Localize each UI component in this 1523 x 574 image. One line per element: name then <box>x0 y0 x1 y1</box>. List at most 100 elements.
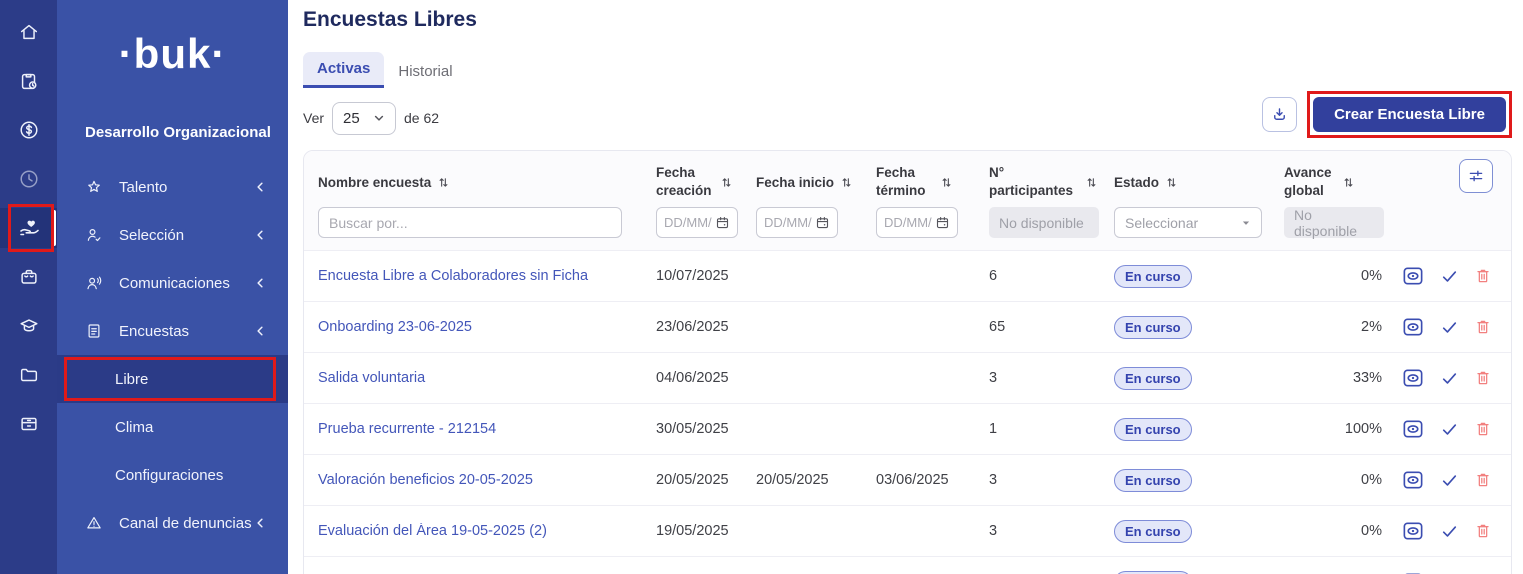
column-header-participantes[interactable]: N° participantes <box>977 161 1102 203</box>
delete-button[interactable] <box>1475 471 1491 489</box>
fecha-creacion-cell: 20/05/2025 <box>644 472 744 488</box>
person-announce-icon <box>85 274 105 292</box>
sidebar-item-label: Canal de denuncias <box>119 515 252 532</box>
sidebar-item-encuestas[interactable]: Encuestas <box>57 307 288 355</box>
delete-button[interactable] <box>1475 420 1491 438</box>
view-results-button[interactable] <box>1402 368 1424 388</box>
sort-icon[interactable] <box>941 176 952 189</box>
status-badge: En curso <box>1114 418 1192 441</box>
briefcase-icon[interactable] <box>0 257 57 297</box>
delete-button[interactable] <box>1475 522 1491 540</box>
create-encuesta-button[interactable]: Crear Encuesta Libre <box>1313 97 1506 132</box>
check-icon[interactable] <box>1441 473 1458 488</box>
sidebar-item-libre[interactable]: Libre <box>57 355 288 403</box>
chevron-left-icon <box>254 228 266 242</box>
download-button[interactable] <box>1262 97 1297 132</box>
survey-link[interactable]: Valoración beneficios 20-05-2025 <box>318 472 533 488</box>
sort-icon[interactable] <box>721 176 732 189</box>
view-results-button[interactable] <box>1402 419 1424 439</box>
table-row: Onboarding 23-06-2025 23/06/2025 65 En c… <box>304 301 1511 352</box>
filter-fecha-creacion: DD/MM/ <box>644 207 744 238</box>
main-content: Encuestas Libres Activas Historial Ver 2… <box>288 0 1523 574</box>
view-results-button[interactable] <box>1402 317 1424 337</box>
estado-select[interactable]: Seleccionar <box>1114 207 1262 238</box>
tab-activas[interactable]: Activas <box>303 52 384 88</box>
row-actions <box>1392 470 1511 490</box>
delete-button[interactable] <box>1475 318 1491 336</box>
clock-icon[interactable] <box>0 159 57 199</box>
search-input[interactable] <box>318 207 622 238</box>
hand-heart-icon[interactable] <box>0 208 57 248</box>
sidebar-item-label: Clima <box>115 419 153 436</box>
column-header-fecha-termino[interactable]: Fecha término <box>864 161 977 203</box>
participantes-cell: 6 <box>977 268 1102 284</box>
fecha-inicio-cell: 20/05/2025 <box>744 472 864 488</box>
column-header-avance[interactable]: Avance global <box>1272 161 1392 203</box>
check-icon[interactable] <box>1441 371 1458 386</box>
archive-icon[interactable] <box>0 404 57 444</box>
chevron-left-icon <box>254 180 266 194</box>
fecha-creacion-cell: 19/05/2025 <box>644 523 744 539</box>
sidebar-item-seleccion[interactable]: Selección <box>57 211 288 259</box>
column-header-fecha-creacion[interactable]: Fecha creación <box>644 161 744 203</box>
clipboard-clock-icon[interactable] <box>0 61 57 101</box>
sidebar-item-configuraciones[interactable]: Configuraciones <box>57 451 288 499</box>
table-row: Valoración beneficios 20-05-2025 20/05/2… <box>304 454 1511 505</box>
folder-icon[interactable] <box>0 355 57 395</box>
column-settings-button[interactable] <box>1459 159 1493 193</box>
sort-icon[interactable] <box>1343 176 1354 189</box>
buk-logo: ·buk· <box>57 26 288 82</box>
column-header-estado[interactable]: Estado <box>1102 161 1272 203</box>
date-input-termino[interactable]: DD/MM/ <box>876 207 958 238</box>
view-results-button[interactable] <box>1402 521 1424 541</box>
filter-nombre <box>304 207 644 238</box>
view-results-button[interactable] <box>1402 266 1424 286</box>
check-icon[interactable] <box>1441 269 1458 284</box>
table-row: Evaluación del Área 19-05-2025 (2) 19/05… <box>304 505 1511 556</box>
avance-cell: 2% <box>1272 319 1392 335</box>
view-results-button[interactable] <box>1402 470 1424 490</box>
estado-cell: En curso <box>1102 418 1272 441</box>
tab-historial[interactable]: Historial <box>384 55 466 88</box>
sort-icon[interactable] <box>1086 176 1097 189</box>
estado-cell: En curso <box>1102 469 1272 492</box>
money-icon[interactable] <box>0 110 57 150</box>
check-icon[interactable] <box>1441 524 1458 539</box>
participantes-cell: 3 <box>977 370 1102 386</box>
column-header-fecha-inicio[interactable]: Fecha inicio <box>744 161 864 203</box>
sort-icon[interactable] <box>438 176 449 189</box>
graduation-cap-icon[interactable] <box>0 306 57 346</box>
check-icon[interactable] <box>1441 422 1458 437</box>
document-icon <box>85 322 105 340</box>
date-input-creacion[interactable]: DD/MM/ <box>656 207 738 238</box>
survey-link[interactable]: Evaluación del Área 19-05-2025 (2) <box>318 523 547 539</box>
date-placeholder: DD/MM/ <box>764 215 812 230</box>
date-placeholder: DD/MM/ <box>664 215 712 230</box>
sidebar-item-label: Libre <box>115 371 148 388</box>
filter-fecha-termino: DD/MM/ <box>864 207 977 238</box>
status-badge: En curso <box>1114 265 1192 288</box>
check-icon[interactable] <box>1441 320 1458 335</box>
column-label: Fecha término <box>876 164 934 200</box>
sidebar-item-canal-denuncias[interactable]: Canal de denuncias <box>57 499 288 547</box>
column-header-nombre[interactable]: Nombre encuesta <box>304 161 644 203</box>
date-input-inicio[interactable]: DD/MM/ <box>756 207 838 238</box>
table-body: Encuesta Libre a Colaboradores sin Ficha… <box>304 250 1511 574</box>
home-icon[interactable] <box>0 12 57 52</box>
fecha-creacion-cell: 23/06/2025 <box>644 319 744 335</box>
survey-link[interactable]: Salida voluntaria <box>318 370 425 386</box>
row-actions <box>1392 521 1511 541</box>
survey-link[interactable]: Prueba recurrente - 212154 <box>318 421 496 437</box>
column-label: Fecha inicio <box>756 175 834 190</box>
page-size-select[interactable]: 25 <box>332 102 396 135</box>
sidebar-item-comunicaciones[interactable]: Comunicaciones <box>57 259 288 307</box>
sort-icon[interactable] <box>1166 176 1177 189</box>
delete-button[interactable] <box>1475 267 1491 285</box>
survey-link[interactable]: Encuesta Libre a Colaboradores sin Ficha <box>318 268 588 284</box>
delete-button[interactable] <box>1475 369 1491 387</box>
sidebar-item-talento[interactable]: Talento <box>57 163 288 211</box>
sort-icon[interactable] <box>841 176 852 189</box>
sidebar-item-clima[interactable]: Clima <box>57 403 288 451</box>
chevron-left-icon <box>254 516 266 530</box>
survey-link[interactable]: Onboarding 23-06-2025 <box>318 319 472 335</box>
